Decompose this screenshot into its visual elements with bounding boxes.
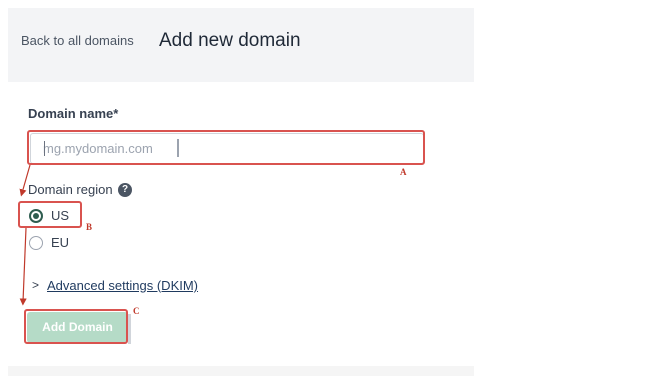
chevron-right-icon: > xyxy=(32,278,40,292)
annotation-label-b: B xyxy=(86,222,93,232)
page-header: Back to all domains Add new domain xyxy=(8,8,474,82)
annotation-label-c: C xyxy=(133,306,140,316)
domain-region-label: Domain region xyxy=(28,182,113,197)
domain-name-label: Domain name* xyxy=(28,106,119,121)
annotation-box-c xyxy=(24,309,128,344)
region-eu-label: EU xyxy=(51,235,70,250)
annotation-box-b xyxy=(18,201,82,228)
annotation-box-a xyxy=(27,130,425,165)
back-to-domains-link[interactable]: Back to all domains xyxy=(21,33,134,48)
button-edge xyxy=(128,314,131,344)
radio-eu[interactable] xyxy=(29,236,43,250)
page-title: Add new domain xyxy=(159,30,301,51)
annotation-label-a: A xyxy=(400,167,407,177)
advanced-settings-link[interactable]: Advanced settings (DKIM) xyxy=(47,278,198,293)
add-domain-page: Back to all domains Add new domain Domai… xyxy=(0,0,658,390)
panel-footer-strip xyxy=(8,366,474,376)
help-icon[interactable]: ? xyxy=(118,183,132,197)
advanced-settings-toggle[interactable]: > Advanced settings (DKIM) xyxy=(32,278,212,293)
region-option-eu[interactable]: EU xyxy=(29,236,69,252)
